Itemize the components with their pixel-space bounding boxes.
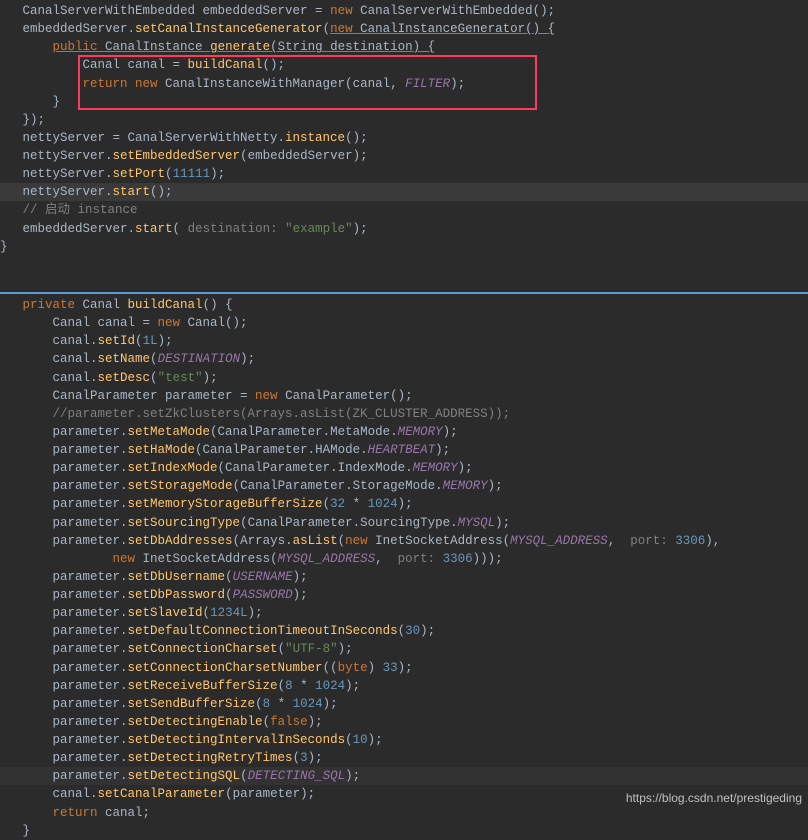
code-line[interactable]: }); bbox=[0, 111, 808, 129]
code-line[interactable]: CanalServerWithEmbedded embeddedServer =… bbox=[0, 2, 808, 20]
code-line[interactable]: parameter.setMemoryStorageBufferSize(32 … bbox=[0, 495, 808, 513]
code-line[interactable]: new InetSocketAddress(MYSQL_ADDRESS, por… bbox=[0, 550, 808, 568]
code-line[interactable]: canal.setName(DESTINATION); bbox=[0, 350, 808, 368]
code-line[interactable]: canal.setDesc("test"); bbox=[0, 369, 808, 387]
code-line[interactable]: public CanalInstance generate(String des… bbox=[0, 38, 808, 56]
code-line[interactable]: } bbox=[0, 238, 808, 256]
code-line[interactable]: CanalParameter parameter = new CanalPara… bbox=[0, 387, 808, 405]
code-line[interactable]: nettyServer.start(); bbox=[0, 183, 808, 201]
code-line[interactable]: parameter.setDbPassword(PASSWORD); bbox=[0, 586, 808, 604]
code-line[interactable]: embeddedServer.start( destination: "exam… bbox=[0, 220, 808, 238]
code-line[interactable]: nettyServer.setEmbeddedServer(embeddedSe… bbox=[0, 147, 808, 165]
code-line[interactable]: parameter.setDbUsername(USERNAME); bbox=[0, 568, 808, 586]
code-line[interactable]: parameter.setMetaMode(CanalParameter.Met… bbox=[0, 423, 808, 441]
code-line[interactable]: parameter.setConnectionCharsetNumber((by… bbox=[0, 659, 808, 677]
code-editor-bottom[interactable]: private Canal buildCanal() { Canal canal… bbox=[0, 294, 808, 811]
code-line[interactable]: } bbox=[0, 822, 808, 840]
code-line[interactable]: parameter.setStorageMode(CanalParameter.… bbox=[0, 477, 808, 495]
code-line[interactable]: parameter.setDbAddresses(Arrays.asList(n… bbox=[0, 532, 808, 550]
code-line[interactable]: parameter.setConnectionCharset("UTF-8"); bbox=[0, 640, 808, 658]
code-line[interactable]: parameter.setHaMode(CanalParameter.HAMod… bbox=[0, 441, 808, 459]
code-line[interactable]: // 启动 instance bbox=[0, 201, 808, 219]
code-line[interactable]: parameter.setDetectingSQL(DETECTING_SQL)… bbox=[0, 767, 808, 785]
code-line[interactable]: } bbox=[0, 93, 808, 111]
code-line[interactable]: parameter.setDefaultConnectionTimeoutInS… bbox=[0, 622, 808, 640]
code-line[interactable]: //parameter.setZkClusters(Arrays.asList(… bbox=[0, 405, 808, 423]
code-line[interactable]: parameter.setReceiveBufferSize(8 * 1024)… bbox=[0, 677, 808, 695]
code-line[interactable]: nettyServer = CanalServerWithNetty.insta… bbox=[0, 129, 808, 147]
code-line[interactable]: Canal canal = buildCanal(); bbox=[0, 56, 808, 74]
code-line[interactable]: Canal canal = new Canal(); bbox=[0, 314, 808, 332]
code-line[interactable]: canal.setId(1L); bbox=[0, 332, 808, 350]
code-line[interactable]: private Canal buildCanal() { bbox=[0, 296, 808, 314]
code-line[interactable]: parameter.setSourcingType(CanalParameter… bbox=[0, 514, 808, 532]
code-line[interactable]: return new CanalInstanceWithManager(cana… bbox=[0, 75, 808, 93]
code-editor-top[interactable]: CanalServerWithEmbedded embeddedServer =… bbox=[0, 0, 808, 294]
watermark-text: https://blog.csdn.net/prestigeding bbox=[626, 790, 802, 807]
code-line[interactable]: parameter.setDetectingEnable(false); bbox=[0, 713, 808, 731]
code-line[interactable]: parameter.setSlaveId(1234L); bbox=[0, 604, 808, 622]
code-line[interactable]: embeddedServer.setCanalInstanceGenerator… bbox=[0, 20, 808, 38]
code-line[interactable]: nettyServer.setPort(11111); bbox=[0, 165, 808, 183]
code-line[interactable]: parameter.setSendBufferSize(8 * 1024); bbox=[0, 695, 808, 713]
code-line[interactable]: parameter.setDetectingRetryTimes(3); bbox=[0, 749, 808, 767]
code-line[interactable]: parameter.setIndexMode(CanalParameter.In… bbox=[0, 459, 808, 477]
code-line[interactable]: parameter.setDetectingIntervalInSeconds(… bbox=[0, 731, 808, 749]
